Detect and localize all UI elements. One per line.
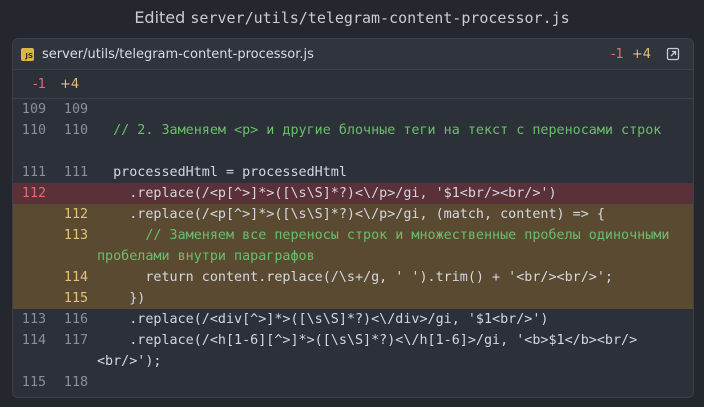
- file-additions: +4: [631, 46, 651, 62]
- old-line-number: 115: [21, 375, 47, 390]
- diff-panel: JS server/utils/telegram-content-process…: [12, 38, 694, 398]
- file-stats: -1 +4: [611, 44, 683, 64]
- new-line-number: 118: [63, 375, 89, 390]
- title-prefix: Edited: [134, 8, 186, 27]
- line-text: // 2. Заменяем <p> и другие блочные теги…: [97, 123, 662, 138]
- old-line-number: [13, 225, 55, 267]
- old-line-number: 111: [21, 165, 47, 180]
- new-line-number: 113: [63, 228, 89, 243]
- line-text: // Заменяем все переносы строк и множест…: [97, 228, 678, 264]
- old-line-number: 113: [21, 312, 47, 327]
- summary-additions: +4: [59, 76, 80, 92]
- line-text: [97, 99, 693, 120]
- title-path: server/utils/telegram-content-processor.…: [190, 9, 570, 27]
- old-line-number: [13, 267, 55, 288]
- file-header: JS server/utils/telegram-content-process…: [13, 39, 693, 70]
- new-line-number: 116: [63, 312, 89, 327]
- open-file-button[interactable]: [663, 44, 683, 64]
- diff-line-added: 115 }): [13, 288, 693, 309]
- new-line-number: 115: [63, 291, 89, 306]
- old-line-number: 110: [21, 123, 47, 138]
- new-line-number: 111: [63, 165, 89, 180]
- js-file-icon: JS: [21, 47, 34, 61]
- diff-line: 114 117 .replace(/<h[1-6][^>]*>([\s\S]*?)…: [13, 330, 693, 372]
- diff-line-added: 113 // Заменяем все переносы строк и мно…: [13, 225, 693, 267]
- old-line-number: 112: [21, 186, 47, 201]
- old-line-number: 109: [21, 102, 47, 117]
- diff-line: 115 118: [13, 372, 693, 393]
- new-line-number: 112: [63, 207, 89, 222]
- new-line-number: 110: [63, 123, 89, 138]
- line-text: [97, 372, 693, 393]
- line-text: .replace(/<h[1-6][^>]*>([\s\S]*?)<\/h[1-…: [97, 333, 638, 369]
- new-line-number: 109: [63, 102, 89, 117]
- diff-code: 109 109 110 110 // 2. Заменяем <p> и други…: [13, 99, 693, 393]
- diff-line: 113 116 .replace(/<div[^>]*>([\s\S]*?)<\/…: [13, 309, 693, 330]
- diff-summary: -1 +4: [13, 70, 693, 99]
- new-line-number: [55, 183, 97, 204]
- diff-line-deleted: 112 .replace(/<p[^>]*>([\s\S]*?)<\/p>/gi…: [13, 183, 693, 204]
- window-title: Edited server/utils/telegram-content-pro…: [0, 0, 704, 36]
- line-text: .replace(/<p[^>]*>([\s\S]*?)<\/p>/gi, '$…: [97, 186, 557, 201]
- old-line-number: [13, 204, 55, 225]
- line-text: return content.replace(/\s+/g, ' ').trim…: [97, 270, 613, 285]
- diff-line-added: 112 .replace(/<p[^>]*>([\s\S]*?)<\/p>/gi…: [13, 204, 693, 225]
- line-text: processedHtml = processedHtml: [97, 165, 347, 180]
- diff-line: 109 109: [13, 99, 693, 120]
- external-link-icon: [666, 47, 680, 61]
- old-line-number: 114: [21, 333, 47, 348]
- line-text: }): [97, 291, 146, 306]
- file-deletions: -1: [610, 46, 624, 62]
- line-text: .replace(/<p[^>]*>([\s\S]*?)<\/p>/gi, (m…: [97, 207, 605, 222]
- diff-line: 110 110 // 2. Заменяем <p> и другие блочн…: [13, 120, 693, 162]
- file-path[interactable]: server/utils/telegram-content-processor.…: [42, 47, 314, 62]
- diff-line: 111 111 processedHtml = processedHtml: [13, 162, 693, 183]
- new-line-number: 117: [63, 333, 89, 348]
- diff-line-added: 114 return content.replace(/\s+/g, ' ').…: [13, 267, 693, 288]
- new-line-number: 114: [63, 270, 89, 285]
- line-text: .replace(/<div[^>]*>([\s\S]*?)<\/div>/gi…: [97, 312, 549, 327]
- old-line-number: [13, 288, 55, 309]
- summary-deletions: -1: [33, 76, 46, 92]
